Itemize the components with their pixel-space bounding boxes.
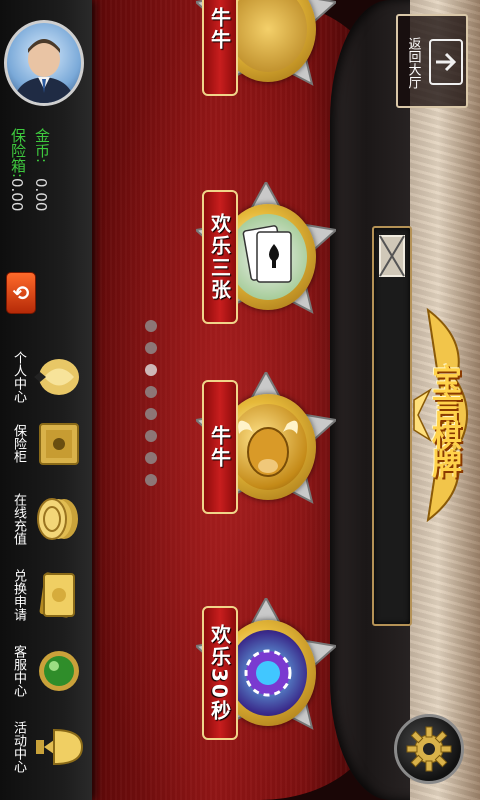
game-label: 牛牛 bbox=[207, 7, 232, 51]
return-lobby-label: 返回大厅 bbox=[405, 37, 421, 89]
pager-dot[interactable] bbox=[145, 320, 157, 332]
safe-label: 保险箱: bbox=[9, 128, 27, 179]
coin-stack-icon bbox=[37, 498, 78, 540]
coin-label: 金币: bbox=[33, 128, 51, 164]
pager-dot[interactable] bbox=[145, 408, 157, 420]
menu-item-label: 客服中心 bbox=[11, 645, 26, 697]
game-label: 欢乐三张 bbox=[207, 213, 232, 301]
bull-art bbox=[229, 404, 307, 490]
money-notes-icon bbox=[39, 572, 75, 618]
coin-value: 0.00 bbox=[32, 178, 50, 212]
spade-card-icon bbox=[242, 225, 292, 283]
game-ribbon: 牛牛 bbox=[202, 380, 238, 514]
menu-item-service[interactable]: 客服中心 bbox=[6, 634, 86, 708]
pager-dot[interactable] bbox=[145, 452, 157, 464]
gear-icon bbox=[406, 726, 452, 772]
playing-cards-art bbox=[229, 214, 307, 300]
safe-value: 0.00 bbox=[8, 178, 26, 212]
menu-item-label: 个人中心 bbox=[11, 351, 26, 403]
game-label: 欢乐30秒 bbox=[207, 624, 232, 722]
pager-dot[interactable] bbox=[145, 386, 157, 398]
menu-item-label: 兑换申请 bbox=[11, 569, 26, 621]
brand-logo-text: 宝言棋牌 bbox=[426, 364, 461, 476]
menu-item-profile[interactable]: 个人中心 bbox=[6, 340, 86, 414]
game-label: 牛牛 bbox=[207, 425, 232, 469]
pager-dot[interactable] bbox=[145, 342, 157, 354]
menu-item-label: 在线充值 bbox=[11, 493, 26, 545]
game-badge-niuniu[interactable]: 牛牛 bbox=[196, 372, 336, 522]
exit-icon bbox=[429, 39, 463, 85]
return-lobby-button[interactable]: 返回大厅 bbox=[396, 14, 468, 108]
game-badge-niuniu-top[interactable]: 牛牛 bbox=[196, 0, 336, 104]
bull-head-icon bbox=[238, 420, 298, 477]
safe-box-icon bbox=[39, 423, 79, 465]
game-ribbon: 欢乐三张 bbox=[202, 190, 238, 324]
pager-dot[interactable] bbox=[145, 430, 157, 442]
menu-item-exchange[interactable]: 兑换申请 bbox=[6, 558, 86, 632]
game-ribbon: 欢乐30秒 bbox=[202, 606, 238, 740]
menu-item-label: 保险柜 bbox=[11, 423, 26, 463]
menu-item-safe[interactable]: 保险柜 bbox=[6, 406, 86, 480]
avatar-businessman-icon bbox=[13, 39, 75, 103]
settings-button[interactable] bbox=[394, 714, 464, 784]
pager-dot[interactable] bbox=[145, 474, 157, 486]
menu-item-recharge[interactable]: 在线充值 bbox=[6, 482, 86, 556]
avatar[interactable] bbox=[4, 20, 84, 106]
chips-art bbox=[229, 630, 307, 716]
trophy-icon bbox=[36, 728, 84, 766]
tuxedo-icon bbox=[34, 359, 79, 395]
poker-chip-icon bbox=[244, 649, 292, 697]
refresh-icon: ⟲ bbox=[12, 281, 30, 305]
game-badge-happy-three[interactable]: 欢乐三张 bbox=[196, 182, 336, 332]
game-ribbon: 牛牛 bbox=[202, 0, 238, 96]
menu-item-label: 活动中心 bbox=[11, 721, 26, 773]
pager-dot-active[interactable] bbox=[145, 364, 157, 376]
game-badge-happy-30s[interactable]: 欢乐30秒 bbox=[196, 598, 336, 748]
menu-item-events[interactable]: 活动中心 bbox=[6, 710, 86, 784]
notice-marquee bbox=[372, 226, 412, 626]
refresh-button[interactable]: ⟲ bbox=[6, 272, 36, 314]
green-orb-icon bbox=[39, 651, 79, 691]
mail-icon[interactable] bbox=[378, 234, 406, 278]
